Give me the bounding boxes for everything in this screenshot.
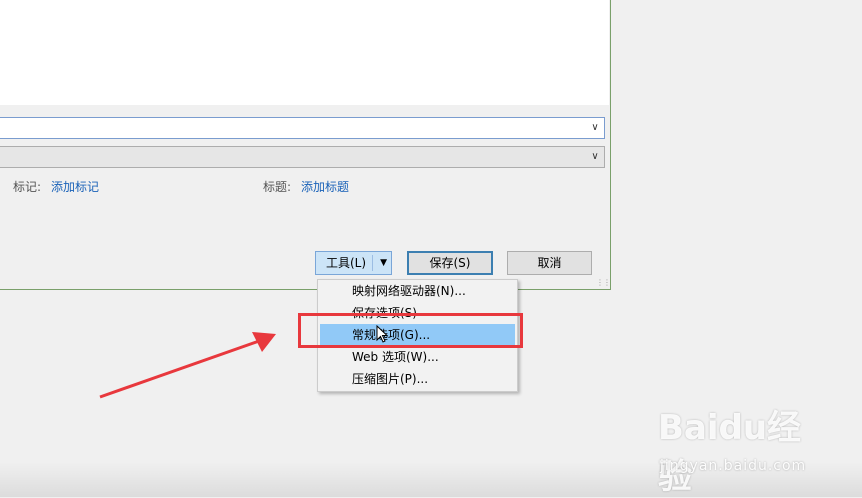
watermark-url: jingyan.baidu.com <box>660 458 807 474</box>
mouse-cursor-icon <box>376 325 389 343</box>
baidu-watermark: Baidu经验 jingyan.baidu.com <box>658 400 828 497</box>
watermark-logo: Baidu经验 <box>658 408 802 497</box>
